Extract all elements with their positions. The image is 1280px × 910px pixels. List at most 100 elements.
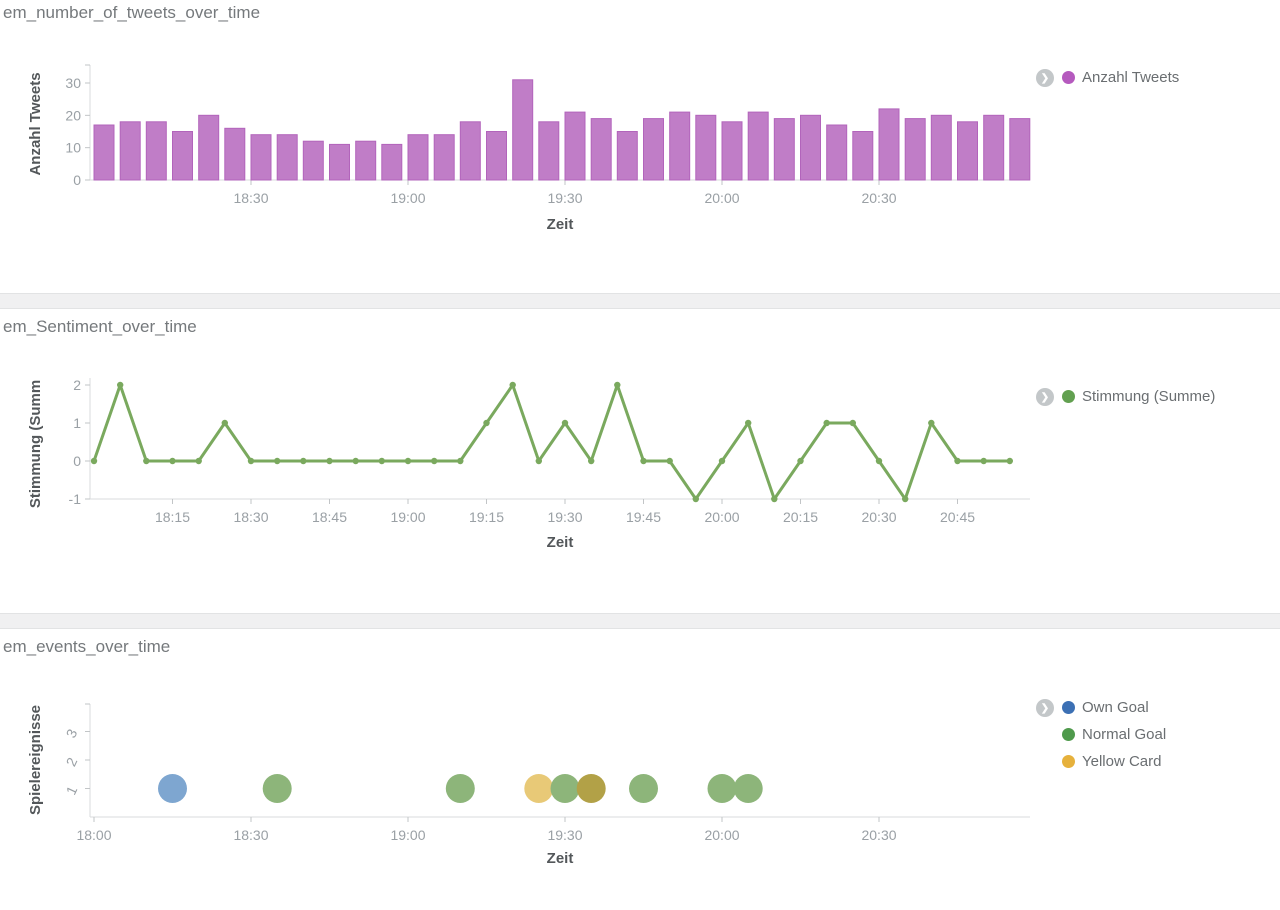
sentiment-point	[300, 458, 306, 464]
tweet-bar	[722, 122, 742, 180]
sentiment-point	[562, 420, 568, 426]
legend-swatch	[1062, 701, 1075, 714]
legend-tweets: ❯ Anzahl Tweets	[1036, 64, 1179, 91]
svg-text:Stimmung (Summ: Stimmung (Summ	[27, 380, 44, 508]
svg-text:20:30: 20:30	[861, 827, 896, 843]
svg-text:18:45: 18:45	[312, 509, 347, 525]
tweet-bar	[905, 119, 925, 180]
svg-text:19:30: 19:30	[547, 827, 582, 843]
svg-text:19:00: 19:00	[390, 827, 425, 843]
svg-text:20:00: 20:00	[704, 509, 739, 525]
event-bubble	[551, 774, 580, 803]
svg-text:Zeit: Zeit	[547, 534, 574, 551]
svg-text:18:15: 18:15	[155, 509, 190, 525]
legend-expand-chevron-icon[interactable]: ❯	[1036, 388, 1054, 406]
legend-sentiment: ❯ Stimmung (Summe)	[1036, 383, 1215, 410]
sentiment-point	[640, 458, 646, 464]
svg-text:19:30: 19:30	[547, 190, 582, 206]
sentiment-point	[248, 458, 254, 464]
sentiment-point	[274, 458, 280, 464]
tweet-bar	[617, 132, 637, 181]
svg-text:19:15: 19:15	[469, 509, 504, 525]
svg-text:19:30: 19:30	[547, 509, 582, 525]
event-bubble	[524, 774, 553, 803]
svg-text:Spielereignisse: Spielereignisse	[27, 705, 44, 815]
legend-swatch	[1062, 728, 1075, 741]
svg-text:Anzahl Tweets: Anzahl Tweets	[27, 72, 44, 175]
sentiment-point	[405, 458, 411, 464]
svg-text:18:00: 18:00	[76, 827, 111, 843]
svg-text:18:30: 18:30	[233, 827, 268, 843]
sentiment-point	[536, 458, 542, 464]
svg-text:0: 0	[73, 453, 81, 469]
legend-expand-chevron-icon[interactable]: ❯	[1036, 69, 1054, 87]
tweet-bar	[199, 115, 219, 180]
svg-text:Zeit: Zeit	[547, 216, 574, 233]
legend-label: Stimmung (Summe)	[1082, 388, 1215, 405]
tweet-bar	[801, 115, 821, 180]
event-bubble	[734, 774, 763, 803]
sentiment-point	[379, 458, 385, 464]
legend-swatch	[1062, 755, 1075, 768]
svg-text:20:30: 20:30	[861, 190, 896, 206]
legend-item-normal-goal[interactable]: Normal Goal	[1062, 721, 1166, 748]
event-bubble	[263, 774, 292, 803]
sentiment-point	[693, 496, 699, 502]
legend-label: Normal Goal	[1082, 726, 1166, 743]
sentiment-point	[824, 420, 830, 426]
kibana-dashboard: em_number_of_tweets_over_time em_Sentime…	[0, 0, 1280, 910]
sentiment-point	[353, 458, 359, 464]
legend-events: ❯ Own Goal Normal Goal Yellow Card	[1036, 694, 1166, 775]
tweet-bar	[539, 122, 559, 180]
legend-expand-chevron-icon[interactable]: ❯	[1036, 699, 1054, 717]
tweet-bar	[120, 122, 140, 180]
legend-label: Own Goal	[1082, 699, 1149, 716]
svg-text:1: 1	[63, 783, 81, 797]
sentiment-point	[222, 420, 228, 426]
event-bubble	[158, 774, 187, 803]
tweet-bar	[931, 115, 951, 180]
legend-label: Yellow Card	[1082, 753, 1162, 770]
event-bubble	[446, 774, 475, 803]
tweet-bar	[146, 122, 166, 180]
legend-item-yellow-card[interactable]: Yellow Card	[1062, 748, 1166, 775]
tweet-bar	[408, 135, 428, 180]
tweet-bar	[958, 122, 978, 180]
tweet-bar	[277, 135, 297, 180]
svg-text:20:30: 20:30	[861, 509, 896, 525]
legend-item-own-goal[interactable]: Own Goal	[1062, 694, 1166, 721]
tweet-bar	[565, 112, 585, 180]
tweet-bar	[984, 115, 1004, 180]
sentiment-point	[745, 420, 751, 426]
sentiment-point	[91, 458, 97, 464]
svg-text:Zeit: Zeit	[547, 850, 574, 867]
svg-text:19:00: 19:00	[390, 190, 425, 206]
sentiment-point	[981, 458, 987, 464]
svg-text:-1: -1	[69, 491, 82, 507]
legend-swatch	[1062, 390, 1075, 403]
svg-text:30: 30	[65, 75, 81, 91]
sentiment-point	[588, 458, 594, 464]
tweet-bar	[748, 112, 768, 180]
legend-label: Anzahl Tweets	[1082, 69, 1179, 86]
tweet-bar	[225, 128, 245, 180]
tweet-bar	[173, 132, 193, 181]
sentiment-point	[902, 496, 908, 502]
tweet-bar	[879, 109, 899, 180]
sentiment-point	[797, 458, 803, 464]
sentiment-point	[169, 458, 175, 464]
tweet-bar	[670, 112, 690, 180]
sentiment-point	[326, 458, 332, 464]
svg-text:10: 10	[65, 140, 81, 156]
event-bubble	[577, 774, 606, 803]
sentiment-point	[196, 458, 202, 464]
event-bubble	[708, 774, 737, 803]
sentiment-point	[1007, 458, 1013, 464]
svg-text:3: 3	[63, 726, 81, 740]
svg-text:20:15: 20:15	[783, 509, 818, 525]
legend-item-stimmung-summe-[interactable]: Stimmung (Summe)	[1062, 383, 1215, 410]
tweet-bar	[853, 132, 873, 181]
tweet-bar	[356, 141, 376, 180]
legend-item-anzahl-tweets[interactable]: Anzahl Tweets	[1062, 64, 1179, 91]
sentiment-point	[928, 420, 934, 426]
